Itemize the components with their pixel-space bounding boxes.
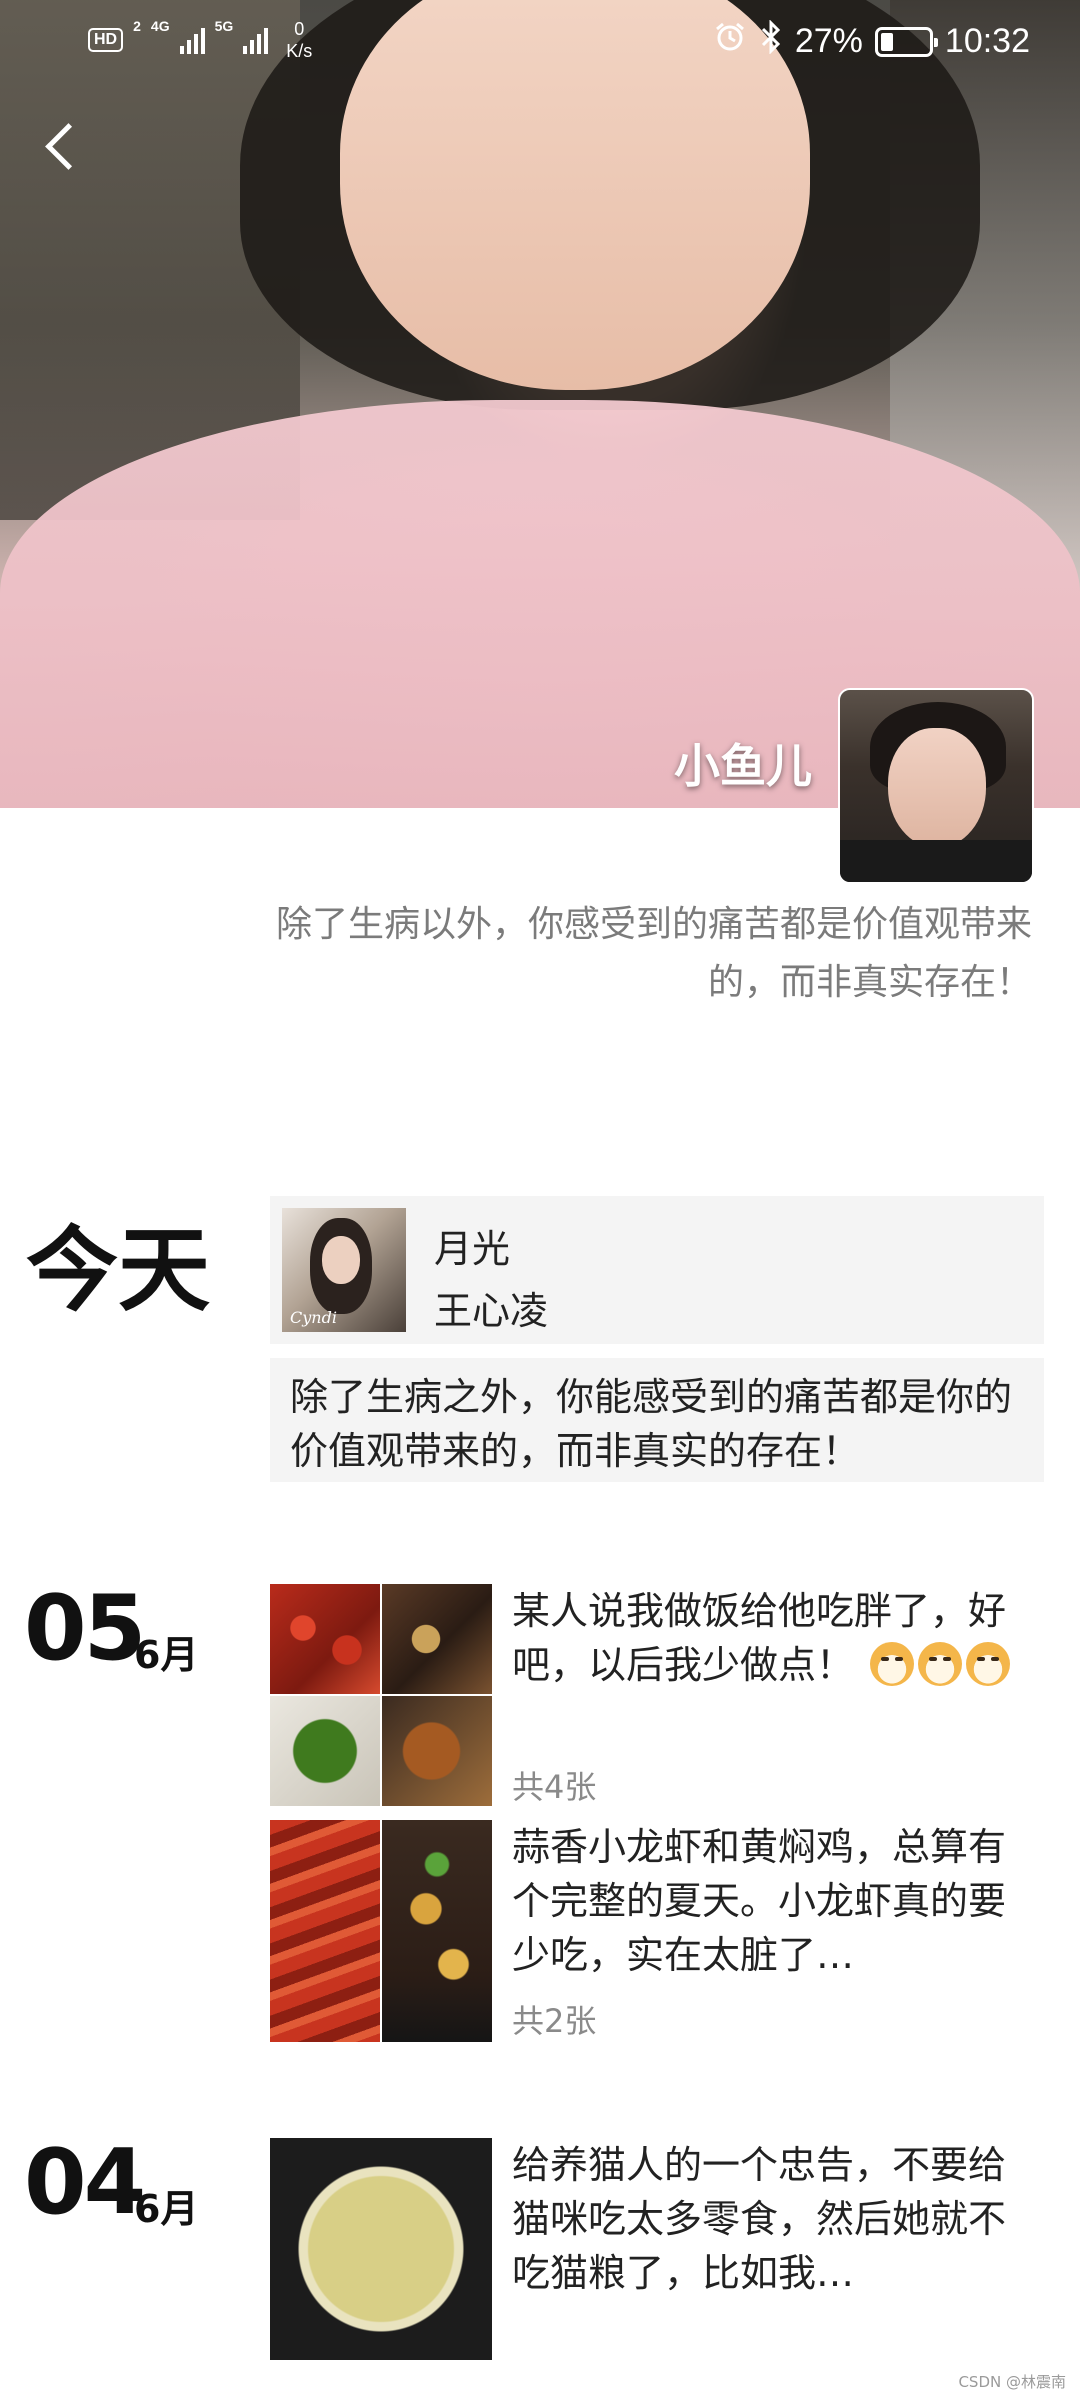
status-right: 27% 10:32 bbox=[713, 19, 1030, 63]
avatar[interactable] bbox=[838, 688, 1034, 884]
date-month: 6月 bbox=[134, 2187, 199, 2231]
photo-grid[interactable] bbox=[270, 1820, 492, 2042]
network-speed-unit: K/s bbox=[286, 41, 313, 61]
music-title: 月光 bbox=[434, 1227, 511, 1271]
photo-thumb-crayfish[interactable] bbox=[270, 1584, 380, 1694]
signal-icon bbox=[243, 26, 269, 54]
date-today-label: 今天 bbox=[26, 1217, 211, 1324]
photo-thumb-soup[interactable] bbox=[270, 2138, 492, 2360]
battery-percent: 27% bbox=[794, 22, 863, 60]
signal-icon bbox=[179, 26, 205, 54]
post-text: 蒜香小龙虾和黄焖鸡，总算有个完整的夏天。小龙虾真的要少吃，实在太脏了… bbox=[512, 1825, 1007, 1977]
photo-thumb-braised-dish[interactable] bbox=[382, 1584, 492, 1694]
date-month: 6月 bbox=[134, 1633, 199, 1677]
doge-emoji-icon bbox=[870, 1642, 915, 1686]
watermark: CSDN @林震南 bbox=[958, 2373, 1066, 2391]
hd-badge: HD bbox=[88, 28, 124, 52]
music-share-card[interactable]: Cyndi 月光 王心凌 bbox=[270, 1196, 1044, 1344]
sim-slot-label: 2 bbox=[133, 18, 141, 34]
status-bar: HD 2 4G 5G 0 K/s 27% 10:32 bbox=[0, 0, 1080, 80]
battery-icon bbox=[874, 26, 938, 57]
cover-photo[interactable] bbox=[0, 0, 1080, 808]
date-day: 05 bbox=[24, 1576, 146, 1681]
profile-signature: 除了生病以外，你感受到的痛苦都是价值观带来的，而非真实存在！ bbox=[275, 904, 1032, 1003]
album-cover: Cyndi bbox=[282, 1208, 406, 1332]
doge-emoji-icon bbox=[918, 1642, 963, 1686]
doge-emoji-icon bbox=[966, 1642, 1011, 1686]
network-type-2: 5G bbox=[214, 18, 234, 34]
date-day: 04 bbox=[24, 2130, 146, 2235]
profile-name[interactable]: 小鱼儿 bbox=[674, 730, 812, 796]
album-cover-face-shape bbox=[322, 1236, 360, 1284]
avatar-coat-shape bbox=[840, 840, 1032, 882]
photo-count: 共4张 bbox=[512, 1768, 597, 1806]
back-button[interactable] bbox=[36, 118, 86, 178]
post-text: 给养猫人的一个忠告，不要给猫咪吃太多零食，然后她就不吃猫粮了，比如我… bbox=[512, 2143, 1007, 2295]
post-text[interactable]: 除了生病之外，你能感受到的痛苦都是你的价值观带来的，而非真实的存在！ bbox=[270, 1358, 1044, 1482]
photo-thumb-garlic-crayfish[interactable] bbox=[270, 1820, 380, 2042]
photo-thumb-green-vegetables[interactable] bbox=[270, 1696, 380, 1806]
photo-thumb-braised-chicken[interactable] bbox=[382, 1820, 492, 2042]
battery-level bbox=[880, 32, 893, 51]
network-type-1: 4G bbox=[150, 18, 170, 34]
album-cover-logo: Cyndi bbox=[290, 1308, 337, 1327]
network-speed: 0 K/s bbox=[286, 18, 312, 62]
avatar-face-shape bbox=[888, 728, 986, 848]
photo-thumb-fried-chicken[interactable] bbox=[382, 1696, 492, 1806]
music-artist: 王心凌 bbox=[434, 1289, 549, 1333]
photo-grid[interactable] bbox=[270, 2138, 492, 2360]
status-left: HD 2 4G 5G 0 K/s bbox=[88, 18, 312, 62]
alarm-icon bbox=[713, 20, 747, 63]
photo-grid[interactable] bbox=[270, 1584, 492, 1806]
bluetooth-icon bbox=[759, 19, 783, 63]
network-speed-value: 0 bbox=[294, 19, 305, 39]
post-text: 某人说我做饭给他吃胖了，好吧，以后我少做点！ bbox=[512, 1584, 1042, 1692]
photo-count: 共2张 bbox=[512, 2002, 597, 2040]
clock: 10:32 bbox=[944, 22, 1030, 60]
